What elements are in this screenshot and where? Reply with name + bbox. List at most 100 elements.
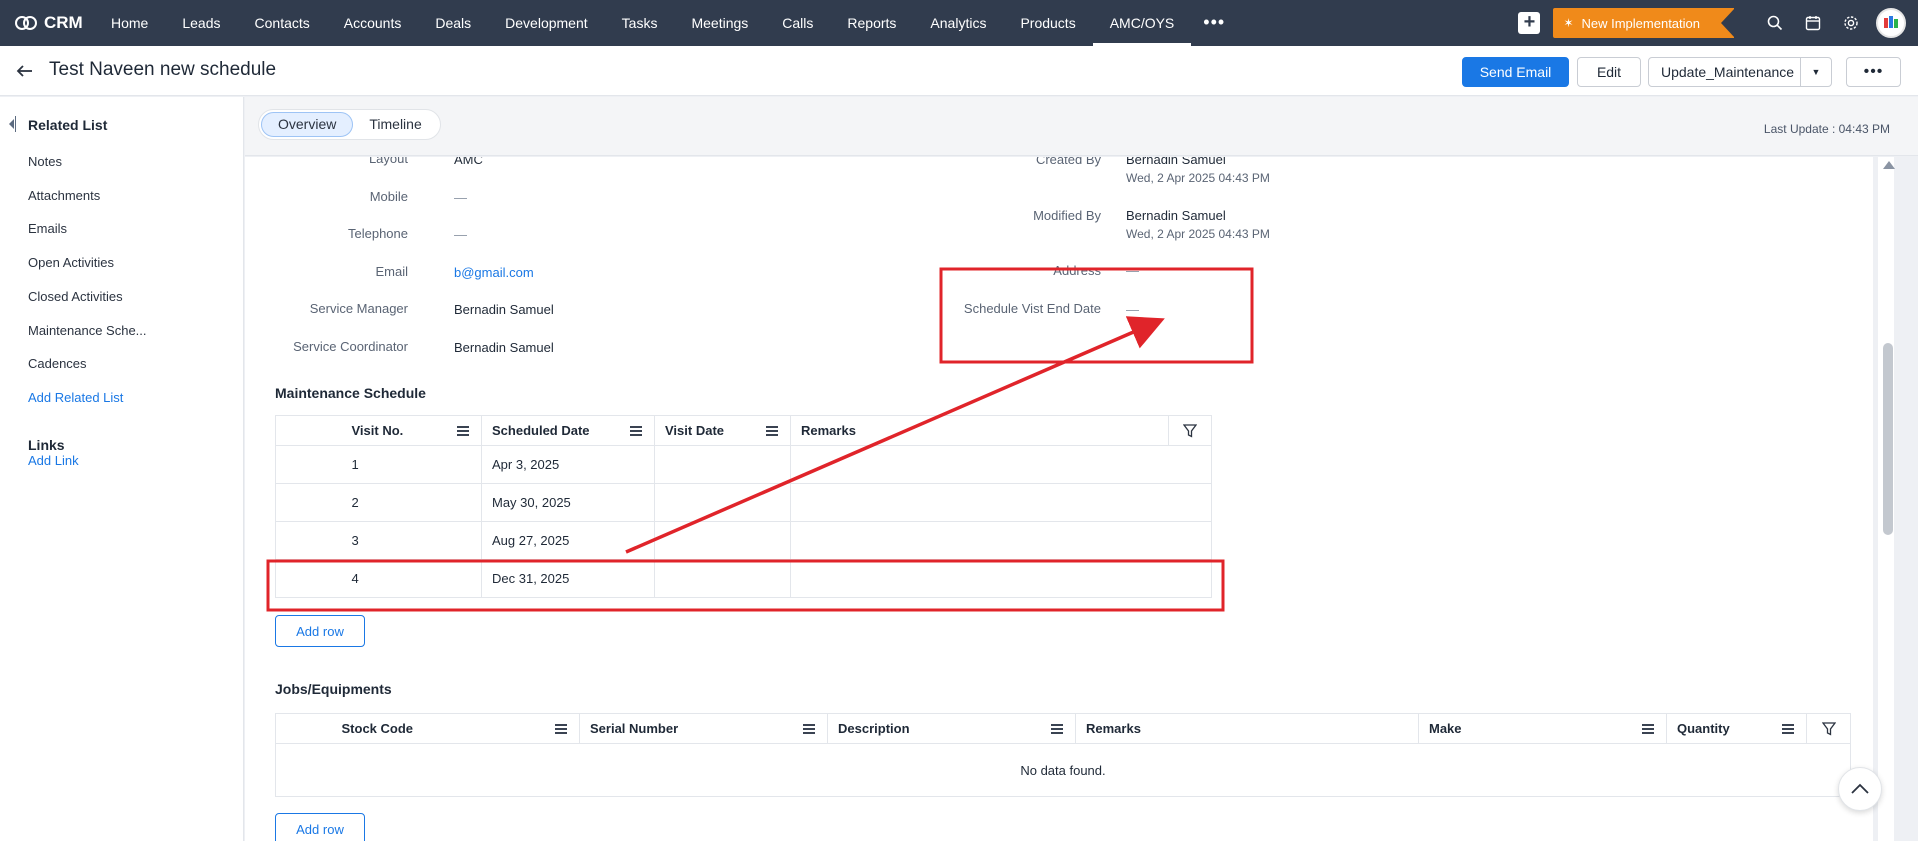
cell-scheduled-date[interactable]: Apr 3, 2025 <box>481 445 655 484</box>
tab-timeline[interactable]: Timeline <box>353 112 437 137</box>
column-menu-icon[interactable] <box>1782 724 1794 734</box>
column-menu-icon[interactable] <box>1051 724 1063 734</box>
nav-amc-oys[interactable]: AMC/OYS <box>1093 0 1192 46</box>
cell-visit-date[interactable] <box>654 445 791 484</box>
column-header-make[interactable]: Make <box>1418 713 1667 744</box>
sidebar-item-open-activities[interactable]: Open Activities <box>28 255 114 270</box>
cell-visit-date[interactable] <box>654 521 791 560</box>
update-maintenance-button[interactable]: Update_Maintenance ▼ <box>1648 57 1832 87</box>
tab-overview[interactable]: Overview <box>261 112 354 137</box>
table-header-row: Stock Code Serial Number Description Rem… <box>275 713 1851 744</box>
field-label-mobile: Mobile <box>369 189 408 204</box>
column-header-serial-number[interactable]: Serial Number <box>579 713 828 744</box>
settings-gear-icon[interactable] <box>1832 0 1870 46</box>
maintenance-add-row-button[interactable]: Add row <box>275 615 365 647</box>
cell-scheduled-date[interactable]: May 30, 2025 <box>481 483 655 522</box>
filter-icon[interactable] <box>1170 423 1211 438</box>
chevron-down-icon[interactable]: ▼ <box>1800 58 1831 86</box>
filter-icon[interactable] <box>1808 721 1850 736</box>
column-header-label: Make <box>1429 721 1462 736</box>
sidebar-item-notes[interactable]: Notes <box>28 154 62 169</box>
scroll-up-arrow-icon[interactable] <box>1883 161 1895 169</box>
nav-home[interactable]: Home <box>94 0 165 46</box>
field-value-service-manager[interactable]: Bernadin Samuel <box>454 302 554 317</box>
nav-analytics[interactable]: Analytics <box>913 0 1003 46</box>
field-value-mobile[interactable]: — <box>454 190 467 205</box>
column-menu-icon[interactable] <box>1642 724 1654 734</box>
nav-contacts[interactable]: Contacts <box>238 0 327 46</box>
send-email-button[interactable]: Send Email <box>1462 57 1569 87</box>
cell-visit-date[interactable] <box>654 559 791 598</box>
cell-remarks[interactable] <box>790 521 1212 560</box>
column-header-stock-code[interactable]: Stock Code <box>331 713 580 744</box>
crm-logo[interactable]: CRM <box>0 13 94 33</box>
column-menu-icon[interactable] <box>803 724 815 734</box>
cell-visit-no[interactable]: 3 <box>341 521 482 560</box>
nav-development[interactable]: Development <box>488 0 605 46</box>
calendar-icon[interactable] <box>1794 0 1832 46</box>
sidebar-item-emails[interactable]: Emails <box>28 221 67 236</box>
field-value-email[interactable]: b@gmail.com <box>454 265 534 280</box>
edit-button[interactable]: Edit <box>1577 57 1641 87</box>
field-value-telephone[interactable]: — <box>454 227 467 242</box>
nav-tasks[interactable]: Tasks <box>605 0 675 46</box>
scrollbar-thumb[interactable] <box>1883 343 1893 535</box>
cell-remarks[interactable] <box>790 559 1212 598</box>
jobs-add-row-button[interactable]: Add row <box>275 813 365 841</box>
collapse-caret-icon[interactable] <box>9 119 14 129</box>
create-new-button[interactable]: + <box>1518 12 1541 34</box>
column-header-remarks[interactable]: Remarks <box>1075 713 1419 744</box>
field-value-layout[interactable]: AMC <box>454 157 483 167</box>
search-icon[interactable] <box>1756 0 1794 46</box>
column-header-scheduled-date[interactable]: Scheduled Date <box>481 415 655 446</box>
nav-reports[interactable]: Reports <box>830 0 913 46</box>
column-menu-icon[interactable] <box>766 426 778 436</box>
last-update-text: Last Update : 04:43 PM <box>1763 122 1890 136</box>
field-value-address[interactable]: — <box>1126 263 1139 278</box>
sidebar-item-attachments[interactable]: Attachments <box>28 188 100 203</box>
column-menu-icon[interactable] <box>630 426 642 436</box>
column-header-description[interactable]: Description <box>827 713 1076 744</box>
nav-meetings[interactable]: Meetings <box>674 0 765 46</box>
table-row[interactable]: 2 May 30, 2025 <box>275 483 1212 522</box>
nav-leads[interactable]: Leads <box>165 0 237 46</box>
filter-header[interactable] <box>1168 415 1212 446</box>
column-menu-icon[interactable] <box>555 724 567 734</box>
no-data-message: No data found. <box>275 743 1851 797</box>
nav-more-button[interactable]: ••• <box>1191 0 1237 46</box>
back-arrow-icon[interactable] <box>14 60 36 82</box>
new-implementation-banner[interactable]: ✶ New Implementation <box>1553 8 1735 38</box>
table-row[interactable]: 1 Apr 3, 2025 <box>275 445 1212 484</box>
nav-deals[interactable]: Deals <box>418 0 488 46</box>
cell-visit-no[interactable]: 1 <box>341 445 482 484</box>
table-row[interactable]: 3 Aug 27, 2025 <box>275 521 1212 560</box>
cell-remarks[interactable] <box>790 483 1212 522</box>
field-value-schedule-visit-end-date[interactable]: — <box>1126 302 1139 317</box>
scroll-to-top-button[interactable] <box>1838 767 1882 811</box>
filter-header[interactable] <box>1806 713 1851 744</box>
cell-scheduled-date[interactable]: Dec 31, 2025 <box>481 559 655 598</box>
field-value-service-coordinator[interactable]: Bernadin Samuel <box>454 340 554 355</box>
sidebar-item-maintenance-schedule[interactable]: Maintenance Sche... <box>28 323 147 338</box>
sidebar-item-closed-activities[interactable]: Closed Activities <box>28 289 123 304</box>
cell-visit-no[interactable]: 4 <box>341 559 482 598</box>
column-menu-icon[interactable] <box>457 426 469 436</box>
tabs-strip: Overview Timeline Last Update : 04:43 PM <box>245 97 1918 156</box>
cell-visit-date[interactable] <box>654 483 791 522</box>
cell-visit-no[interactable]: 2 <box>341 483 482 522</box>
more-actions-button[interactable]: ••• <box>1846 57 1901 87</box>
column-header-visit-date[interactable]: Visit Date <box>654 415 791 446</box>
user-avatar[interactable] <box>1876 8 1906 38</box>
column-header-visit-no[interactable]: Visit No. <box>341 415 482 446</box>
nav-products[interactable]: Products <box>1003 0 1092 46</box>
column-header-quantity[interactable]: Quantity <box>1666 713 1807 744</box>
add-related-list-link[interactable]: Add Related List <box>28 390 123 405</box>
add-link[interactable]: Add Link <box>28 453 79 468</box>
cell-scheduled-date[interactable]: Aug 27, 2025 <box>481 521 655 560</box>
nav-accounts[interactable]: Accounts <box>327 0 419 46</box>
table-row[interactable]: 4 Dec 31, 2025 <box>275 559 1212 598</box>
sidebar-item-cadences[interactable]: Cadences <box>28 356 87 371</box>
cell-remarks[interactable] <box>790 445 1212 484</box>
nav-calls[interactable]: Calls <box>765 0 830 46</box>
column-header-remarks[interactable]: Remarks <box>790 415 1169 446</box>
